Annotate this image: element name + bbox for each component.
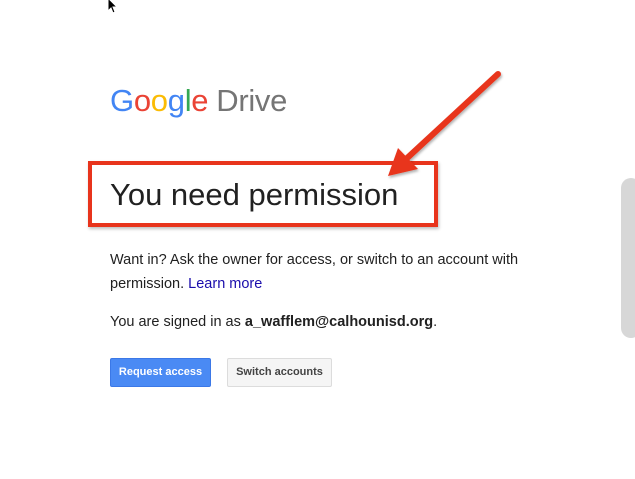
scrollbar-thumb[interactable]	[621, 178, 635, 338]
logo-letter: o	[150, 83, 168, 118]
logo-letter: o	[133, 83, 151, 118]
signed-in-suffix: .	[433, 314, 438, 330]
switch-accounts-button[interactable]: Switch accounts	[227, 358, 332, 387]
description-text: Want in? Ask the owner for access, or sw…	[110, 252, 519, 292]
logo-letter: G	[110, 83, 134, 118]
page-title: You need permission	[110, 177, 399, 212]
permission-description: Want in? Ask the owner for access, or sw…	[110, 248, 560, 296]
signed-in-prefix: You are signed in as	[110, 314, 245, 330]
permission-page: Google Drive You need permission Want in?…	[0, 0, 635, 479]
google-drive-logo: Google Drive	[110, 83, 287, 119]
learn-more-link[interactable]: Learn more	[188, 276, 262, 292]
signed-in-status: You are signed in as a_wafflem@calhounis…	[110, 312, 437, 332]
logo-letter: e	[191, 83, 209, 118]
logo-letter: g	[167, 83, 185, 118]
mouse-cursor-icon	[107, 0, 119, 14]
logo-product-name: Drive	[216, 83, 288, 118]
account-email: a_wafflem@calhounisd.org	[244, 314, 434, 330]
annotation-arrow-icon	[388, 71, 501, 176]
request-access-button[interactable]: Request access	[110, 358, 211, 387]
